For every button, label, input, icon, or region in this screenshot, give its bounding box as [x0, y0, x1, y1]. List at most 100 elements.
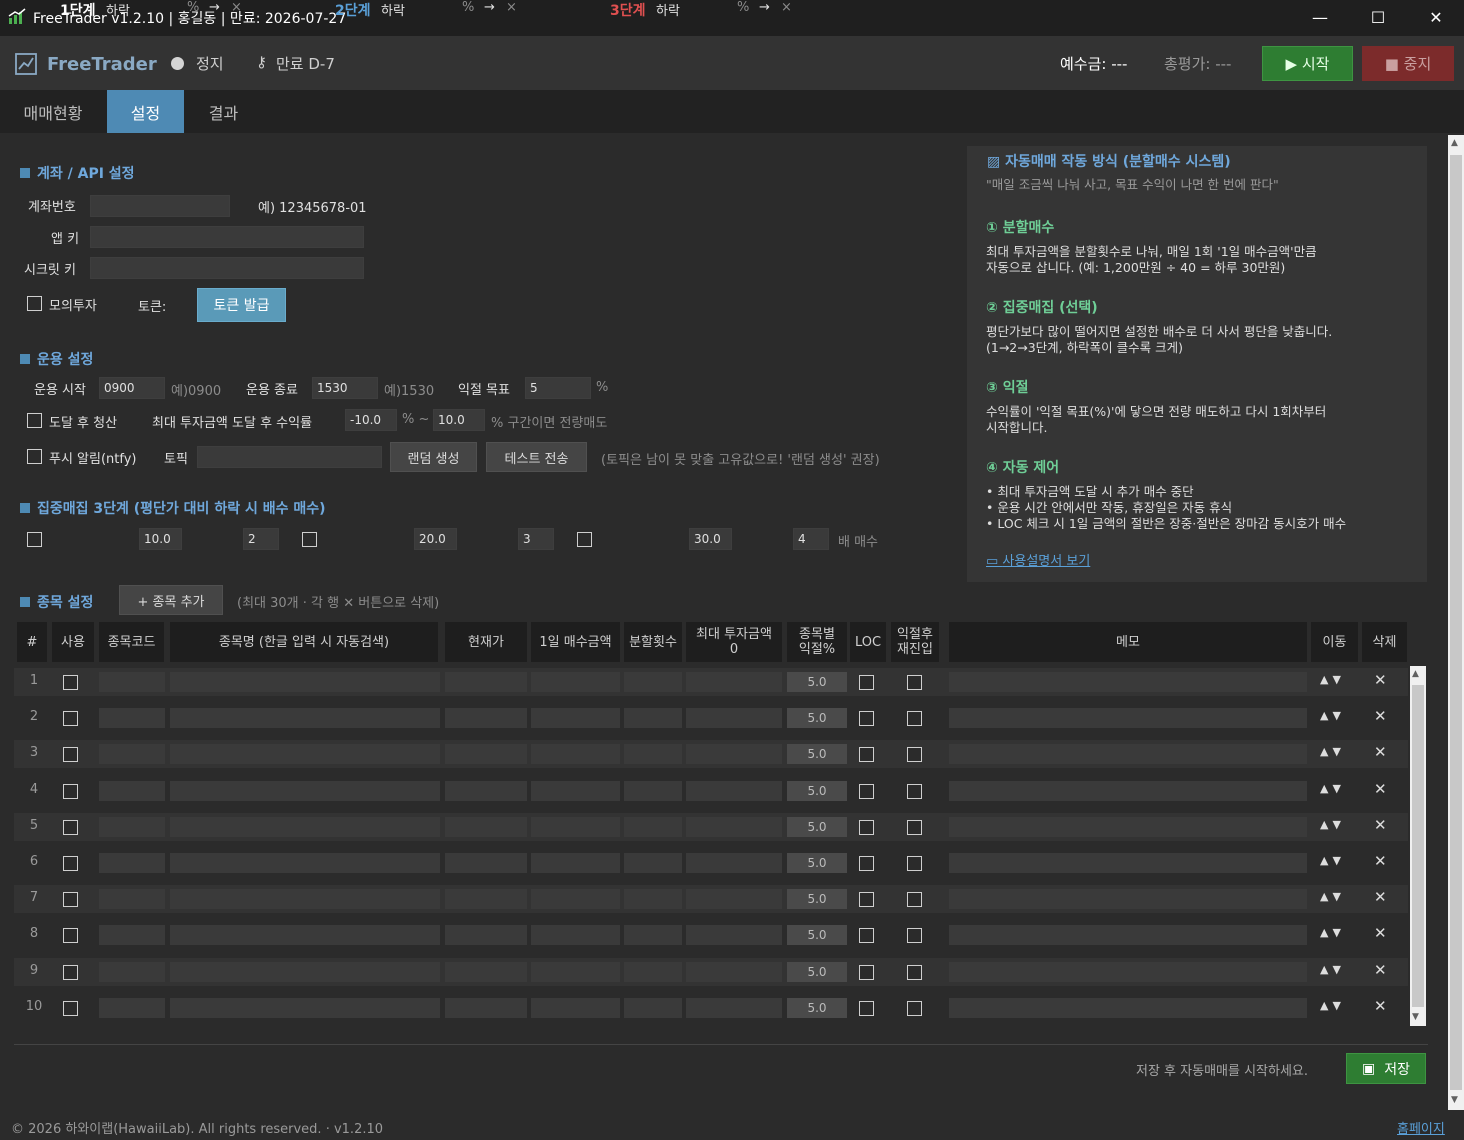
row-split-input[interactable]: [624, 817, 682, 837]
row-name-input[interactable]: [170, 672, 440, 692]
row-move-arrows[interactable]: ▲▼: [1320, 999, 1345, 1012]
range-low-input[interactable]: [345, 409, 397, 431]
row-split-input[interactable]: [624, 889, 682, 909]
page-scroll-thumb[interactable]: [1450, 155, 1462, 1090]
row-move-arrows[interactable]: ▲▼: [1320, 818, 1345, 831]
target-profit-input[interactable]: [525, 377, 591, 399]
row-delete-button[interactable]: ✕: [1374, 924, 1387, 942]
row-use-checkbox[interactable]: [63, 892, 78, 907]
stage-0-drop-input[interactable]: [139, 528, 182, 550]
row-move-arrows[interactable]: ▲▼: [1320, 926, 1345, 939]
row-reentry-checkbox[interactable]: [907, 892, 922, 907]
scroll-down-icon[interactable]: ▼: [1412, 1012, 1419, 1022]
row-loc-checkbox[interactable]: [859, 965, 874, 980]
row-profit-pct-input[interactable]: 5.0: [787, 853, 847, 873]
row-memo-input[interactable]: [949, 708, 1307, 728]
stage-2-drop-input[interactable]: [689, 528, 732, 550]
page-scroll-up-icon[interactable]: ▲: [1451, 138, 1458, 148]
row-reentry-checkbox[interactable]: [907, 784, 922, 799]
minimize-button[interactable]: —: [1297, 0, 1343, 34]
row-loc-checkbox[interactable]: [859, 892, 874, 907]
tab-settings[interactable]: 설정: [107, 90, 184, 133]
row-reentry-checkbox[interactable]: [907, 856, 922, 871]
stage-1-drop-input[interactable]: [414, 528, 457, 550]
mock-trading-checkbox[interactable]: [27, 296, 42, 311]
row-name-input[interactable]: [170, 817, 440, 837]
row-use-checkbox[interactable]: [63, 784, 78, 799]
liquidate-checkbox[interactable]: [27, 413, 42, 428]
row-max-invest-input[interactable]: [686, 744, 782, 764]
row-max-invest-input[interactable]: [686, 889, 782, 909]
row-memo-input[interactable]: [949, 817, 1307, 837]
account-number-input[interactable]: [90, 195, 230, 217]
row-daily-amount-input[interactable]: [531, 817, 620, 837]
row-delete-button[interactable]: ✕: [1374, 997, 1387, 1015]
row-max-invest-input[interactable]: [686, 672, 782, 692]
row-memo-input[interactable]: [949, 853, 1307, 873]
row-max-invest-input[interactable]: [686, 817, 782, 837]
row-split-input[interactable]: [624, 672, 682, 692]
row-loc-checkbox[interactable]: [859, 784, 874, 799]
row-daily-amount-input[interactable]: [531, 708, 620, 728]
row-loc-checkbox[interactable]: [859, 711, 874, 726]
stage-2-mult-input[interactable]: [793, 528, 829, 550]
row-code-input[interactable]: [99, 672, 165, 692]
row-delete-button[interactable]: ✕: [1374, 671, 1387, 689]
row-memo-input[interactable]: [949, 962, 1307, 982]
scroll-up-icon[interactable]: ▲: [1412, 669, 1419, 679]
row-delete-button[interactable]: ✕: [1374, 852, 1387, 870]
row-move-arrows[interactable]: ▲▼: [1320, 782, 1345, 795]
row-code-input[interactable]: [99, 853, 165, 873]
row-profit-pct-input[interactable]: 5.0: [787, 744, 847, 764]
row-memo-input[interactable]: [949, 998, 1307, 1018]
page-scrollbar[interactable]: ▲ ▼: [1448, 135, 1464, 1110]
row-loc-checkbox[interactable]: [859, 675, 874, 690]
row-loc-checkbox[interactable]: [859, 747, 874, 762]
row-use-checkbox[interactable]: [63, 928, 78, 943]
push-alert-checkbox[interactable]: [27, 449, 42, 464]
row-memo-input[interactable]: [949, 781, 1307, 801]
row-split-input[interactable]: [624, 998, 682, 1018]
table-scroll-thumb[interactable]: [1412, 685, 1424, 1007]
row-profit-pct-input[interactable]: 5.0: [787, 672, 847, 692]
row-reentry-checkbox[interactable]: [907, 965, 922, 980]
row-name-input[interactable]: [170, 708, 440, 728]
topic-input[interactable]: [197, 446, 382, 468]
page-scroll-down-icon[interactable]: ▼: [1451, 1095, 1458, 1105]
row-memo-input[interactable]: [949, 925, 1307, 945]
row-delete-button[interactable]: ✕: [1374, 888, 1387, 906]
close-button[interactable]: ✕: [1413, 0, 1459, 34]
secret-key-input[interactable]: [90, 257, 364, 279]
row-reentry-checkbox[interactable]: [907, 1001, 922, 1016]
row-move-arrows[interactable]: ▲▼: [1320, 709, 1345, 722]
row-name-input[interactable]: [170, 889, 440, 909]
row-split-input[interactable]: [624, 708, 682, 728]
row-code-input[interactable]: [99, 744, 165, 764]
row-code-input[interactable]: [99, 962, 165, 982]
row-use-checkbox[interactable]: [63, 856, 78, 871]
row-max-invest-input[interactable]: [686, 708, 782, 728]
row-reentry-checkbox[interactable]: [907, 928, 922, 943]
row-code-input[interactable]: [99, 817, 165, 837]
row-code-input[interactable]: [99, 925, 165, 945]
row-split-input[interactable]: [624, 781, 682, 801]
stage-2-checkbox[interactable]: [577, 532, 592, 547]
row-name-input[interactable]: [170, 998, 440, 1018]
row-split-input[interactable]: [624, 925, 682, 945]
table-scrollbar[interactable]: ▲ ▼: [1410, 666, 1426, 1026]
row-reentry-checkbox[interactable]: [907, 675, 922, 690]
row-loc-checkbox[interactable]: [859, 856, 874, 871]
maximize-button[interactable]: ☐: [1355, 0, 1401, 34]
row-max-invest-input[interactable]: [686, 781, 782, 801]
row-move-arrows[interactable]: ▲▼: [1320, 854, 1345, 867]
row-code-input[interactable]: [99, 708, 165, 728]
row-max-invest-input[interactable]: [686, 962, 782, 982]
row-name-input[interactable]: [170, 744, 440, 764]
row-delete-button[interactable]: ✕: [1374, 961, 1387, 979]
row-daily-amount-input[interactable]: [531, 672, 620, 692]
row-name-input[interactable]: [170, 853, 440, 873]
row-move-arrows[interactable]: ▲▼: [1320, 963, 1345, 976]
row-move-arrows[interactable]: ▲▼: [1320, 890, 1345, 903]
row-reentry-checkbox[interactable]: [907, 820, 922, 835]
row-max-invest-input[interactable]: [686, 853, 782, 873]
